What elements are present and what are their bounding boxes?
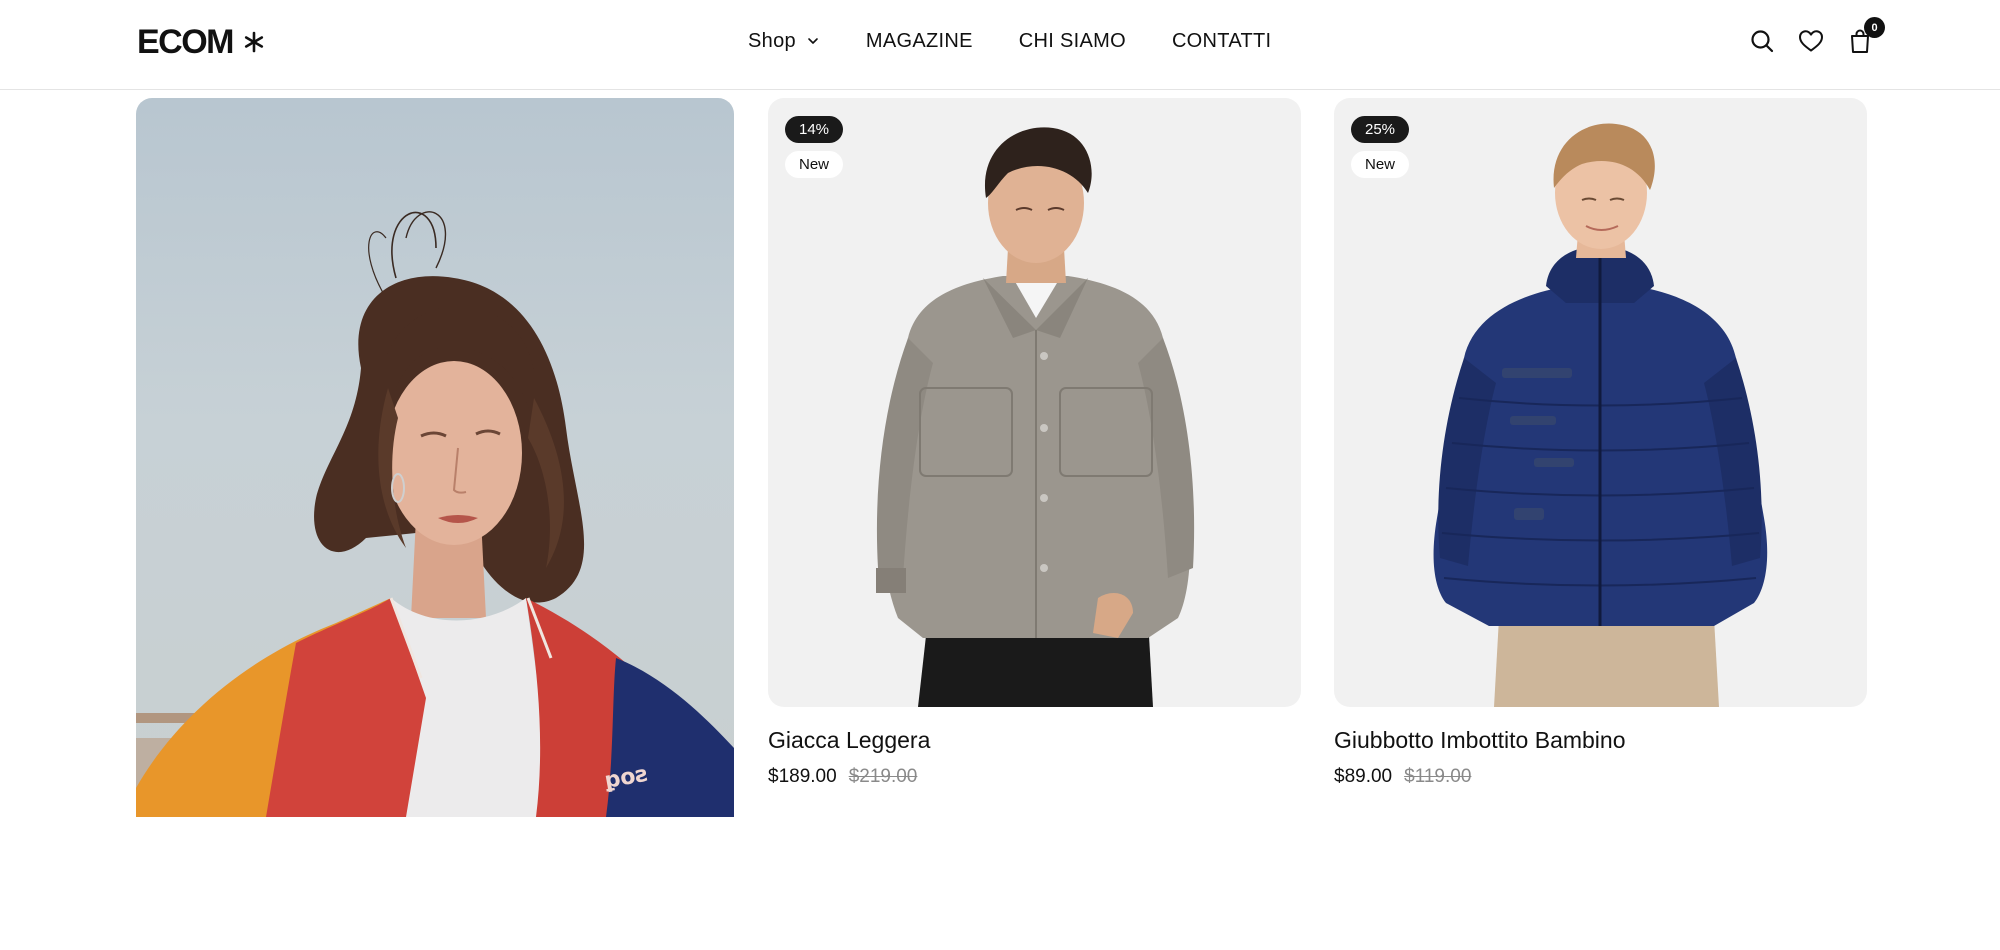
nav-magazine[interactable]: MAGAZINE: [866, 30, 973, 53]
site-header: ECOM Shop MAGAZINE CHI SIAMO CONTATTI 0: [0, 0, 2000, 90]
discount-badge: 25%: [1351, 116, 1410, 143]
chevron-down-icon: [808, 38, 818, 44]
product-title[interactable]: Giacca Leggera: [768, 727, 1301, 754]
product-card[interactable]: 25% New Giubbotto Imbottito Bambino $89.…: [1334, 98, 1867, 788]
nav-chi-siamo-label: CHI SIAMO: [1018, 29, 1126, 52]
nav-contatti-label: CONTATTI: [1171, 29, 1272, 52]
search-icon: [1751, 30, 1774, 53]
logo[interactable]: ECOM: [137, 22, 265, 62]
grey-overshirt-illustration: [876, 127, 1195, 707]
product-title[interactable]: Giubbotto Imbottito Bambino: [1334, 727, 1867, 754]
nav-magazine-label: MAGAZINE: [865, 29, 973, 52]
hero-image[interactable]: ꝑoƨ: [136, 98, 734, 817]
product-card[interactable]: 14% New Giacca Leggera $189.00 $219.00: [768, 98, 1301, 788]
badges: 25% New: [1351, 116, 1410, 178]
main-nav: Shop MAGAZINE CHI SIAMO CONTATTI: [748, 26, 1271, 56]
woman-portrait-illustration: ꝑoƨ: [136, 211, 734, 817]
search-button[interactable]: [1747, 26, 1777, 56]
navy-puffer-illustration: [1433, 123, 1768, 707]
original-price: $219.00: [848, 766, 918, 787]
price-row: $89.00 $119.00: [1334, 766, 1867, 788]
cart-button[interactable]: 0: [1845, 17, 1885, 56]
original-price: $119.00: [1404, 766, 1472, 787]
price-row: $189.00 $219.00: [768, 766, 1301, 788]
nav-chi-siamo[interactable]: CHI SIAMO: [1019, 30, 1126, 53]
new-badge: New: [785, 151, 844, 178]
product-image[interactable]: 25% New: [1334, 98, 1867, 707]
wishlist-button[interactable]: [1796, 26, 1826, 56]
logo-text: ECOM: [137, 22, 235, 61]
product-image[interactable]: 14% New: [768, 98, 1301, 707]
header-actions: 0: [1747, 17, 1885, 64]
nav-contatti[interactable]: CONTATTI: [1172, 30, 1271, 53]
new-badge: New: [1351, 151, 1410, 178]
nav-shop-label: Shop: [748, 29, 796, 52]
discount-badge: 14%: [785, 116, 844, 143]
heart-icon: [1799, 30, 1823, 52]
nav-shop[interactable]: Shop: [748, 30, 820, 53]
current-price: $189.00: [768, 766, 837, 787]
cart-count-badge: 0: [1864, 17, 1885, 38]
asterisk-icon: [244, 31, 264, 53]
current-price: $89.00: [1334, 766, 1393, 787]
badges: 14% New: [785, 116, 844, 178]
